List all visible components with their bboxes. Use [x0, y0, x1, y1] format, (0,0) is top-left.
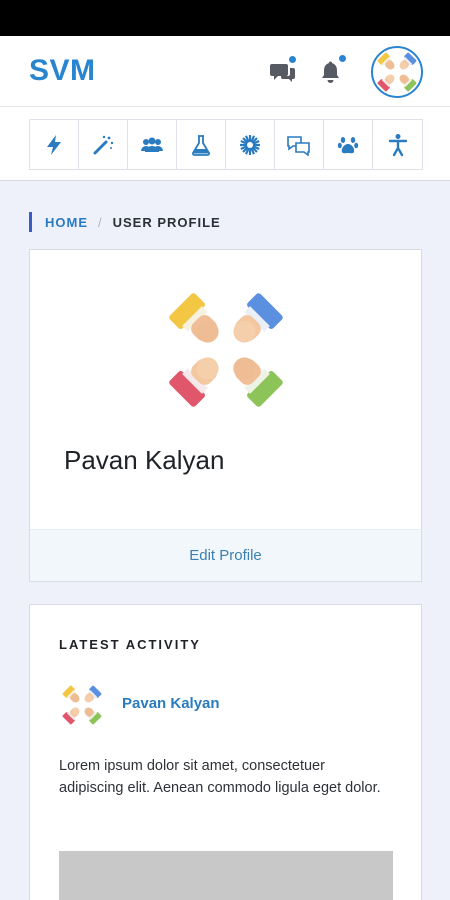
- magic-wand-icon[interactable]: [79, 120, 128, 169]
- toolbar: [0, 107, 450, 181]
- activity-avatar: [58, 681, 106, 729]
- edit-profile-button[interactable]: Edit Profile: [30, 529, 421, 581]
- activity-image-placeholder: [59, 851, 393, 900]
- bell-icon[interactable]: [316, 55, 346, 86]
- status-bar: [0, 0, 450, 36]
- breadcrumb-current: USER PROFILE: [112, 214, 221, 230]
- toolbar-buttons: [29, 119, 423, 170]
- latest-activity-card: LATEST ACTIVITY Pavan Kalyan Lorem ipsum…: [29, 604, 422, 900]
- profile-image: [156, 280, 296, 420]
- lightning-icon[interactable]: [30, 120, 79, 169]
- app-header: SVM: [0, 36, 450, 107]
- accessibility-icon[interactable]: [373, 120, 422, 169]
- chat-bubbles-icon[interactable]: [268, 56, 298, 86]
- breadcrumb: HOME / USER PROFILE: [29, 212, 221, 232]
- activity-user-link[interactable]: Pavan Kalyan: [122, 695, 220, 712]
- profile-card: Pavan Kalyan Edit Profile: [29, 249, 422, 582]
- paw-icon[interactable]: [324, 120, 373, 169]
- sunburst-icon[interactable]: [226, 120, 275, 169]
- breadcrumb-separator: /: [98, 214, 103, 230]
- users-group-icon[interactable]: [128, 120, 177, 169]
- comments-icon[interactable]: [275, 120, 324, 169]
- activity-text: Lorem ipsum dolor sit amet, consectetuer…: [59, 758, 381, 796]
- profile-name: Pavan Kalyan: [64, 445, 225, 475]
- flask-icon[interactable]: [177, 120, 226, 169]
- avatar[interactable]: [371, 46, 423, 98]
- activity-title: LATEST ACTIVITY: [59, 637, 201, 652]
- brand-logo[interactable]: SVM: [29, 54, 96, 88]
- breadcrumb-home-link[interactable]: HOME: [45, 215, 88, 230]
